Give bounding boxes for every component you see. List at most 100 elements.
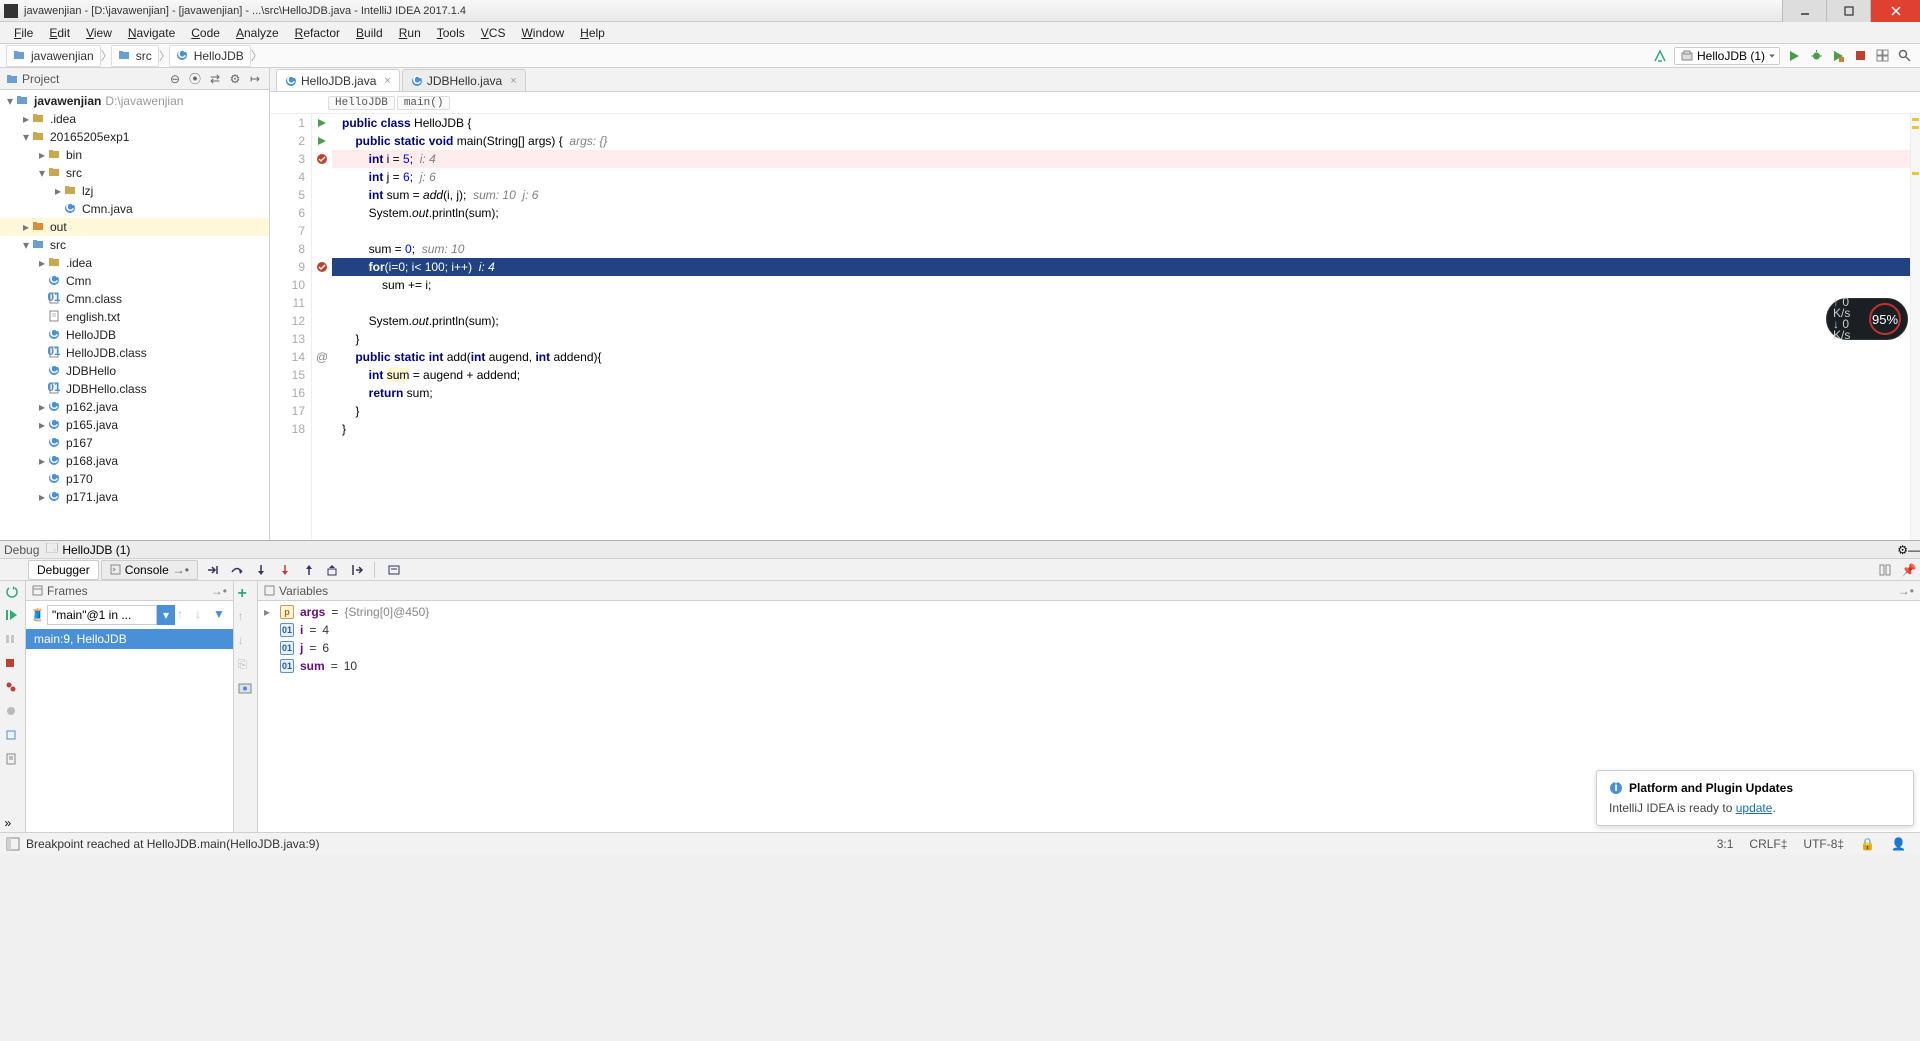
- minimize-button[interactable]: [1782, 0, 1826, 22]
- tree-item-hellojdb-class[interactable]: 01HelloJDB.class: [0, 344, 269, 362]
- line-separator[interactable]: CRLF‡: [1741, 837, 1795, 851]
- tree-item-src[interactable]: ▾src: [0, 164, 269, 182]
- tree-item-p170[interactable]: Cp170: [0, 470, 269, 488]
- variable-i[interactable]: 01i = 4: [258, 621, 1920, 639]
- editor-tab-hellojdb-java[interactable]: CHelloJDB.java×: [276, 69, 400, 91]
- frames-options-icon[interactable]: →•: [211, 584, 227, 598]
- run-to-cursor-icon[interactable]: [346, 560, 368, 580]
- tree-item-lzj[interactable]: ▸lzj: [0, 182, 269, 200]
- thread-selector[interactable]: 🧵 "main"@1 in ... ▾ ↑ ↓ ▼: [30, 605, 229, 625]
- close-button[interactable]: [1870, 0, 1920, 22]
- variable-args[interactable]: ▸pargs = {String[0]@450}: [258, 603, 1920, 621]
- editor-tab-jdbhello-java[interactable]: CJDBHello.java×: [402, 69, 526, 91]
- debugger-tab[interactable]: Debugger: [28, 560, 99, 580]
- stop-icon[interactable]: [5, 657, 21, 673]
- tree-item-p167[interactable]: Cp167: [0, 434, 269, 452]
- editor-bc-main[interactable]: main(): [397, 96, 451, 110]
- get-thread-dump-icon[interactable]: [5, 729, 21, 745]
- menu-run[interactable]: Run: [391, 24, 429, 42]
- resume-icon[interactable]: [5, 609, 21, 625]
- hide-icon[interactable]: ↦: [247, 71, 263, 87]
- pause-icon[interactable]: [5, 633, 21, 649]
- view-breakpoints-icon[interactable]: [5, 681, 21, 697]
- menu-build[interactable]: Build: [348, 24, 391, 42]
- expand-icon[interactable]: »: [5, 816, 21, 832]
- force-step-into-icon[interactable]: [274, 560, 296, 580]
- debug-button[interactable]: [1808, 48, 1824, 64]
- menu-vcs[interactable]: VCS: [473, 24, 514, 42]
- variable-sum[interactable]: 01sum = 10: [258, 657, 1920, 675]
- tree-item-cmn[interactable]: CCmn: [0, 272, 269, 290]
- new-watch-icon[interactable]: +: [238, 585, 254, 601]
- menu-view[interactable]: View: [78, 24, 120, 42]
- caret-position[interactable]: 3:1: [1709, 837, 1742, 851]
- rerun-icon[interactable]: [5, 585, 21, 601]
- maximize-button[interactable]: [1826, 0, 1870, 22]
- code-editor[interactable]: 123456789101112131415161718 @ public cla…: [270, 114, 1920, 540]
- tree-item-src[interactable]: ▾src: [0, 236, 269, 254]
- tree-item-cmn-class[interactable]: 01Cmn.class: [0, 290, 269, 308]
- screenshot-icon[interactable]: [238, 681, 254, 697]
- variable-j[interactable]: 01j = 6: [258, 639, 1920, 657]
- tree-item-jdbhello-class[interactable]: 01JDBHello.class: [0, 380, 269, 398]
- settings-icon[interactable]: [5, 753, 21, 769]
- close-tab-icon[interactable]: ×: [384, 75, 390, 87]
- menu-file[interactable]: File: [6, 24, 41, 42]
- breadcrumb-javawenjian[interactable]: javawenjian: [6, 45, 101, 67]
- menu-navigate[interactable]: Navigate: [120, 24, 183, 42]
- tree-item-bin[interactable]: ▸bin: [0, 146, 269, 164]
- update-link[interactable]: update: [1736, 801, 1773, 815]
- tree-item-jdbhello[interactable]: CJDBHello: [0, 362, 269, 380]
- evaluate-expression-icon[interactable]: [383, 560, 405, 580]
- show-execution-point-icon[interactable]: [202, 560, 224, 580]
- run-button[interactable]: [1786, 48, 1802, 64]
- mute-breakpoints-icon[interactable]: [5, 705, 21, 721]
- step-over-icon[interactable]: [226, 560, 248, 580]
- hector-icon[interactable]: 👤: [1883, 837, 1914, 851]
- tree-item-english-txt[interactable]: english.txt: [0, 308, 269, 326]
- filter-frames-icon[interactable]: ▼: [213, 607, 229, 623]
- menu-refactor[interactable]: Refactor: [287, 24, 348, 42]
- next-frame-icon[interactable]: ↓: [195, 607, 211, 623]
- tree-item-p162-java[interactable]: ▸Cp162.java: [0, 398, 269, 416]
- make-project-icon[interactable]: [1652, 48, 1668, 64]
- drop-frame-icon[interactable]: [322, 560, 344, 580]
- breadcrumb-hellojdb[interactable]: CHelloJDB: [169, 45, 251, 67]
- lock-icon[interactable]: 🔒: [1852, 837, 1883, 851]
- coverage-button[interactable]: [1830, 48, 1846, 64]
- run-configuration-selector[interactable]: HelloJDB (1): [1674, 47, 1780, 65]
- tree-item--idea[interactable]: ▸.idea: [0, 110, 269, 128]
- tree-item-p171-java[interactable]: ▸Cp171.java: [0, 488, 269, 506]
- tree-item-p168-java[interactable]: ▸Cp168.java: [0, 452, 269, 470]
- autoscroll-icon[interactable]: ⇄: [207, 71, 223, 87]
- menu-window[interactable]: Window: [513, 24, 572, 42]
- minimize-panel-icon[interactable]: —: [1908, 543, 1920, 557]
- thread-dropdown-button[interactable]: ▾: [157, 605, 175, 625]
- collapse-all-icon[interactable]: ⊖: [167, 71, 183, 87]
- stack-frame-item[interactable]: main:9, HelloJDB: [26, 629, 233, 649]
- menu-code[interactable]: Code: [183, 24, 228, 42]
- menu-tools[interactable]: Tools: [429, 24, 473, 42]
- step-into-icon[interactable]: [250, 560, 272, 580]
- editor-bc-hellojdb[interactable]: HelloJDB: [328, 96, 395, 110]
- tree-item--idea[interactable]: ▸.idea: [0, 254, 269, 272]
- menu-edit[interactable]: Edit: [41, 24, 78, 42]
- project-tree[interactable]: ▾javawenjianD:\javawenjian▸.idea▾2016520…: [0, 90, 269, 540]
- tree-item-javawenjian[interactable]: ▾javawenjianD:\javawenjian: [0, 92, 269, 110]
- console-tab[interactable]: Console →•: [101, 560, 198, 580]
- tree-item-hellojdb[interactable]: CHelloJDB: [0, 326, 269, 344]
- menu-analyze[interactable]: Analyze: [228, 24, 287, 42]
- layout-settings-icon[interactable]: [1874, 560, 1896, 580]
- close-tab-icon[interactable]: ×: [510, 75, 516, 87]
- stop-button[interactable]: [1852, 48, 1868, 64]
- search-everywhere-icon[interactable]: [1896, 48, 1912, 64]
- settings-icon[interactable]: ⚙: [227, 71, 243, 87]
- tree-item-out[interactable]: ▸out: [0, 218, 269, 236]
- tree-item-cmn-java[interactable]: CCmn.java: [0, 200, 269, 218]
- tree-item-20165205exp1[interactable]: ▾20165205exp1: [0, 128, 269, 146]
- prev-frame-icon[interactable]: ↑: [177, 607, 193, 623]
- breadcrumb-src[interactable]: src: [111, 45, 159, 67]
- menu-help[interactable]: Help: [572, 24, 613, 42]
- layout-icon[interactable]: [1874, 48, 1890, 64]
- variables-options-icon[interactable]: →•: [1898, 584, 1914, 598]
